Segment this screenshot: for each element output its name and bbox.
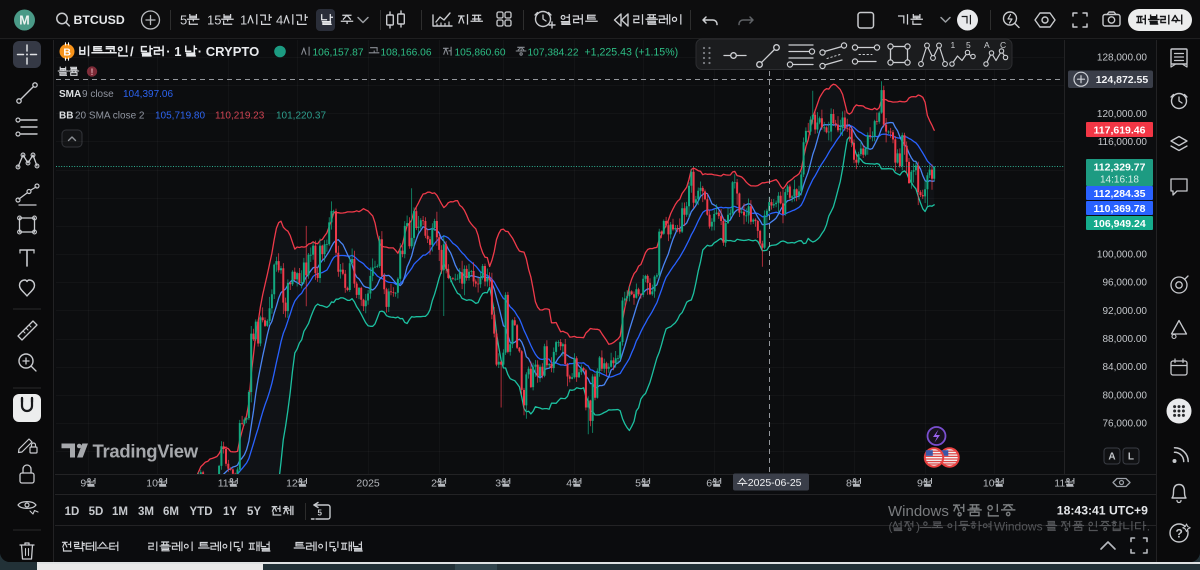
svg-text:!: !	[91, 67, 94, 77]
svg-text:1D: 1D	[65, 506, 80, 518]
svg-text:124,872.55: 124,872.55	[1096, 74, 1149, 86]
svg-text:9: 9	[917, 478, 923, 490]
svg-text:120,000.00: 120,000.00	[1097, 109, 1147, 120]
svg-text:10: 10	[983, 478, 995, 490]
svg-text:TradingView: TradingView	[93, 441, 199, 462]
svg-text:20 SMA close 2: 20 SMA close 2	[75, 111, 145, 122]
svg-text:): )	[916, 520, 920, 534]
svg-text:3: 3	[495, 478, 501, 490]
svg-text:12: 12	[286, 478, 298, 490]
svg-text:108,166.06: 108,166.06	[381, 48, 432, 59]
svg-text:4: 4	[566, 478, 572, 490]
svg-text:112,329.77: 112,329.77	[1094, 161, 1146, 173]
svg-text:1M: 1M	[112, 506, 128, 518]
svg-text:11: 11	[1054, 478, 1065, 490]
svg-text:5D: 5D	[89, 506, 104, 518]
svg-text:9 close: 9 close	[82, 89, 114, 100]
svg-text:5: 5	[966, 40, 971, 50]
svg-text:/: /	[130, 44, 134, 59]
svg-text:18:43:41 UTC+9: 18:43:41 UTC+9	[1057, 504, 1148, 518]
svg-text:2025-06-25: 2025-06-25	[748, 477, 802, 489]
svg-text:+1,225.43 (+1.15%): +1,225.43 (+1.15%)	[585, 47, 679, 59]
svg-text:110,219.23: 110,219.23	[215, 111, 265, 122]
svg-text:.: .	[1147, 520, 1150, 534]
svg-text:112,284.35: 112,284.35	[1094, 188, 1146, 200]
svg-text:SMA: SMA	[59, 89, 81, 100]
svg-text:11: 11	[218, 478, 229, 490]
svg-text:(: (	[889, 520, 893, 534]
svg-text:6: 6	[706, 478, 712, 490]
svg-text:106,157.87: 106,157.87	[313, 48, 364, 59]
svg-text:A: A	[1108, 452, 1115, 463]
svg-text:1: 1	[951, 40, 956, 50]
svg-text:?: ?	[1176, 527, 1183, 541]
svg-text:6M: 6M	[163, 506, 179, 518]
svg-text:5: 5	[318, 509, 323, 518]
svg-text:14:16:18: 14:16:18	[1100, 174, 1139, 185]
svg-text:101,220.37: 101,220.37	[276, 111, 326, 122]
svg-text:5: 5	[635, 478, 641, 490]
svg-text:BTCUSD: BTCUSD	[74, 13, 125, 27]
svg-text:10: 10	[146, 478, 158, 490]
svg-text:105,860.60: 105,860.60	[455, 48, 506, 59]
svg-text:4: 4	[276, 13, 283, 28]
svg-text:5: 5	[180, 13, 187, 28]
svg-text:15: 15	[207, 13, 221, 28]
svg-text:96,000.00: 96,000.00	[1103, 278, 1148, 289]
svg-text:Windows: Windows	[888, 503, 949, 520]
svg-text:3M: 3M	[138, 506, 154, 518]
svg-text:104,397.06: 104,397.06	[123, 89, 173, 100]
svg-text:· 1: · 1	[166, 44, 181, 59]
svg-text:2: 2	[431, 478, 437, 490]
svg-text:116,000.00: 116,000.00	[1098, 137, 1148, 148]
svg-text:9: 9	[80, 478, 86, 490]
svg-text:76,000.00: 76,000.00	[1103, 419, 1148, 430]
svg-text:88,000.00: 88,000.00	[1103, 334, 1148, 345]
svg-text:8: 8	[846, 478, 852, 490]
svg-text:BB: BB	[59, 111, 73, 122]
svg-text:110,369.78: 110,369.78	[1094, 203, 1146, 215]
svg-text:105,719.80: 105,719.80	[155, 111, 205, 122]
svg-text:L: L	[1128, 452, 1134, 463]
svg-text:B: B	[63, 47, 71, 59]
svg-text:80,000.00: 80,000.00	[1103, 390, 1148, 401]
svg-text:107,384.22: 107,384.22	[528, 48, 579, 59]
svg-text:92,000.00: 92,000.00	[1103, 306, 1148, 317]
svg-text:M: M	[19, 13, 29, 27]
svg-text:128,000.00: 128,000.00	[1097, 53, 1147, 64]
svg-text:1: 1	[240, 13, 247, 28]
svg-text:117,619.46: 117,619.46	[1094, 124, 1146, 136]
svg-text:1Y: 1Y	[223, 506, 237, 518]
svg-text:100,000.00: 100,000.00	[1097, 250, 1147, 261]
svg-text:YTD: YTD	[190, 506, 213, 518]
svg-text:106,949.24: 106,949.24	[1093, 218, 1146, 230]
svg-text:Windows: Windows	[994, 520, 1043, 534]
svg-text:2025: 2025	[356, 478, 380, 490]
svg-text:A: A	[984, 40, 990, 50]
svg-text:84,000.00: 84,000.00	[1103, 362, 1148, 373]
svg-text:5Y: 5Y	[247, 506, 261, 518]
